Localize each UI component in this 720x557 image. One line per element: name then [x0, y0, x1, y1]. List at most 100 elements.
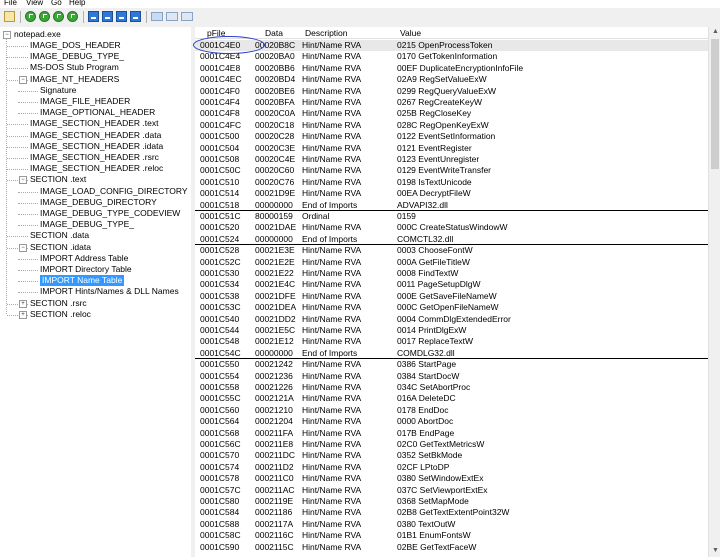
tree-item[interactable]: IMPORT Directory Table	[40, 264, 132, 275]
scroll-thumb[interactable]	[711, 39, 719, 169]
table-row[interactable]: 0001C4E0 00020B8C Hint/Name RVA 0215 OpenPr…	[195, 40, 708, 51]
tree-item[interactable]: SECTION .data	[30, 230, 89, 241]
table-row[interactable]: 0001C55C 0002121A Hint/Name RVA 016A Delete…	[195, 393, 708, 404]
tree-item[interactable]: SECTION .rsrc	[30, 298, 87, 309]
tree-item[interactable]: IMPORT Hints/Names & DLL Names	[40, 286, 179, 297]
open-file-icon[interactable]	[4, 11, 15, 22]
table-row[interactable]: 0001C574 000211D2 Hint/Name RVA 02CF LPtoDP	[195, 462, 708, 473]
tree-item[interactable]: IMAGE_DEBUG_DIRECTORY	[40, 197, 157, 208]
export-icon[interactable]	[116, 11, 127, 22]
table-row[interactable]: 0001C57C 000211AC Hint/Name RVA 037C SetVie…	[195, 485, 708, 496]
table-row[interactable]: 0001C588 0002117A Hint/Name RVA 0380 TextOu…	[195, 519, 708, 530]
vertical-scrollbar[interactable]: ▲ ▼	[708, 27, 720, 557]
layout-2-icon[interactable]	[166, 12, 178, 21]
layout-1-icon[interactable]	[151, 12, 163, 21]
table-row[interactable]: 0001C524 00000000 End of Imports COMCTL32.d…	[195, 234, 708, 245]
table-row[interactable]: 0001C4E4 00020BA0 Hint/Name RVA 0170 GetTok…	[195, 51, 708, 62]
table-row[interactable]: 0001C4FC 00020C18 Hint/Name RVA 028C RegOpe…	[195, 120, 708, 131]
menu-file[interactable]: File	[4, 0, 17, 8]
down-icon[interactable]	[67, 11, 78, 22]
table-row[interactable]: 0001C520 00021DAE Hint/Name RVA 000C Create…	[195, 222, 708, 233]
tree-item[interactable]: Signature	[40, 85, 76, 96]
table-row[interactable]: 0001C568 000211FA Hint/Name RVA 017B EndPag…	[195, 428, 708, 439]
scroll-down-icon[interactable]: ▼	[712, 547, 719, 554]
collapse-icon[interactable]: −	[3, 31, 11, 39]
table-row[interactable]: 0001C4E8 00020BB6 Hint/Name RVA 00EF Duplic…	[195, 63, 708, 74]
column-header-pfile[interactable]: pFile	[207, 28, 225, 38]
table-row[interactable]: 0001C560 00021210 Hint/Name RVA 0178 EndDoc	[195, 405, 708, 416]
tree-item[interactable]: IMAGE_LOAD_CONFIG_DIRECTORY	[40, 186, 188, 197]
table-row[interactable]: 0001C530 00021E22 Hint/Name RVA 0008 FindTe…	[195, 268, 708, 279]
tree-item[interactable]: IMAGE_SECTION_HEADER .data	[30, 130, 161, 141]
forward-icon[interactable]	[39, 11, 50, 22]
table-row[interactable]: 0001C510 00020C76 Hint/Name RVA 0198 IsText…	[195, 177, 708, 188]
scroll-up-icon[interactable]: ▲	[712, 28, 719, 35]
tree-item[interactable]: IMAGE_DOS_HEADER	[30, 40, 121, 51]
up-icon[interactable]	[53, 11, 64, 22]
table-row[interactable]: 0001C4F8 00020C0A Hint/Name RVA 025B RegClo…	[195, 108, 708, 119]
view-hex-icon[interactable]	[88, 11, 99, 22]
table-row[interactable]: 0001C514 00021D9E Hint/Name RVA 00EA Decryp…	[195, 188, 708, 199]
tree-item[interactable]: SECTION .idata	[30, 242, 91, 253]
tree-item[interactable]: IMAGE_OPTIONAL_HEADER	[40, 107, 155, 118]
table-row[interactable]: 0001C56C 000211E8 Hint/Name RVA 02C0 GetTex…	[195, 439, 708, 450]
table-row[interactable]: 0001C570 000211DC Hint/Name RVA 0352 SetBkM…	[195, 450, 708, 461]
collapse-icon[interactable]: −	[19, 75, 27, 84]
view-value-icon[interactable]	[102, 11, 113, 22]
table-row[interactable]: 0001C50C 00020C60 Hint/Name RVA 0129 EventW…	[195, 165, 708, 176]
table-row[interactable]: 0001C550 00021242 Hint/Name RVA 0386 StartP…	[195, 359, 708, 370]
table-row[interactable]: 0001C500 00020C28 Hint/Name RVA 0122 EventS…	[195, 131, 708, 142]
table-row[interactable]: 0001C52C 00021E2E Hint/Name RVA 000A GetFil…	[195, 257, 708, 268]
table-row[interactable]: 0001C578 000211C0 Hint/Name RVA 0380 SetWin…	[195, 473, 708, 484]
data-list-view[interactable]: pFile Data Description Value 0001C4E0 000…	[195, 27, 708, 557]
table-row[interactable]: 0001C51C 80000159 Ordinal 0159	[195, 211, 708, 222]
tree-item[interactable]: IMPORT Name Table	[40, 275, 125, 287]
table-row[interactable]: 0001C4F0 00020BE6 Hint/Name RVA 0299 RegQue…	[195, 86, 708, 97]
back-icon[interactable]	[25, 11, 36, 22]
structure-tree[interactable]: − notepad.exe IMAGE_DOS_HEADER IMAGE_DEBU…	[0, 27, 192, 557]
tree-root-notepad[interactable]: notepad.exe	[14, 29, 61, 40]
collapse-icon[interactable]: −	[19, 176, 27, 185]
menu-view[interactable]: View	[26, 0, 43, 8]
table-row[interactable]: 0001C564 00021204 Hint/Name RVA 0000 AbortD…	[195, 416, 708, 427]
tree-item[interactable]: IMAGE_DEBUG_TYPE_	[40, 219, 134, 230]
tree-item[interactable]: IMPORT Address Table	[40, 253, 128, 264]
table-row[interactable]: 0001C580 0002119E Hint/Name RVA 0368 SetMap…	[195, 496, 708, 507]
save-icon[interactable]	[130, 11, 141, 22]
table-row[interactable]: 0001C518 00000000 End of Imports ADVAPI32.d…	[195, 200, 708, 211]
tree-item[interactable]: IMAGE_SECTION_HEADER .rsrc	[30, 152, 159, 163]
tree-item[interactable]: IMAGE_SECTION_HEADER .text	[30, 118, 158, 129]
column-header-description[interactable]: Description	[305, 28, 348, 38]
menu-go[interactable]: Go	[51, 0, 62, 8]
tree-item[interactable]: IMAGE_DEBUG_TYPE_CODEVIEW	[40, 208, 180, 219]
tree-item[interactable]: SECTION .text	[30, 174, 86, 185]
table-row[interactable]: 0001C540 00021DD2 Hint/Name RVA 0004 CommDl…	[195, 314, 708, 325]
table-row[interactable]: 0001C508 00020C4E Hint/Name RVA 0123 EventU…	[195, 154, 708, 165]
table-row[interactable]: 0001C548 00021E12 Hint/Name RVA 0017 Replac…	[195, 336, 708, 347]
table-row[interactable]: 0001C53C 00021DEA Hint/Name RVA 000C GetOpe…	[195, 302, 708, 313]
table-row[interactable]: 0001C590 0002115C Hint/Name RVA 02BE GetTex…	[195, 542, 708, 553]
tree-item[interactable]: IMAGE_SECTION_HEADER .idata	[30, 141, 163, 152]
table-row[interactable]: 0001C504 00020C3E Hint/Name RVA 0121 EventR…	[195, 143, 708, 154]
tree-item[interactable]: IMAGE_NT_HEADERS	[30, 74, 119, 85]
collapse-icon[interactable]: −	[19, 243, 27, 252]
table-row[interactable]: 0001C554 00021236 Hint/Name RVA 0384 StartD…	[195, 371, 708, 382]
expand-icon[interactable]: +	[19, 299, 27, 308]
column-header-value[interactable]: Value	[400, 28, 421, 38]
table-row[interactable]: 0001C4EC 00020BD4 Hint/Name RVA 02A9 RegSet…	[195, 74, 708, 85]
table-row[interactable]: 0001C54C 00000000 End of Imports COMDLG32.d…	[195, 348, 708, 359]
column-header-data[interactable]: Data	[265, 28, 283, 38]
table-row[interactable]: 0001C528 00021E3E Hint/Name RVA 0003 Choose…	[195, 245, 708, 256]
tree-item[interactable]: IMAGE_DEBUG_TYPE_	[30, 51, 124, 62]
tree-item[interactable]: IMAGE_FILE_HEADER	[40, 96, 130, 107]
table-row[interactable]: 0001C534 00021E4C Hint/Name RVA 0011 PageSe…	[195, 279, 708, 290]
table-row[interactable]: 0001C4F4 00020BFA Hint/Name RVA 0267 RegCre…	[195, 97, 708, 108]
table-row[interactable]: 0001C58C 0002116C Hint/Name RVA 01B1 EnumFo…	[195, 530, 708, 541]
tree-item[interactable]: SECTION .reloc	[30, 309, 91, 320]
table-row[interactable]: 0001C538 00021DFE Hint/Name RVA 000E GetSav…	[195, 291, 708, 302]
tree-item[interactable]: IMAGE_SECTION_HEADER .reloc	[30, 163, 163, 174]
layout-3-icon[interactable]	[181, 12, 193, 21]
table-row[interactable]: 0001C584 00021186 Hint/Name RVA 02B8 GetTex…	[195, 507, 708, 518]
table-row[interactable]: 0001C544 00021E5C Hint/Name RVA 0014 PrintD…	[195, 325, 708, 336]
table-row[interactable]: 0001C558 00021226 Hint/Name RVA 034C SetAbo…	[195, 382, 708, 393]
